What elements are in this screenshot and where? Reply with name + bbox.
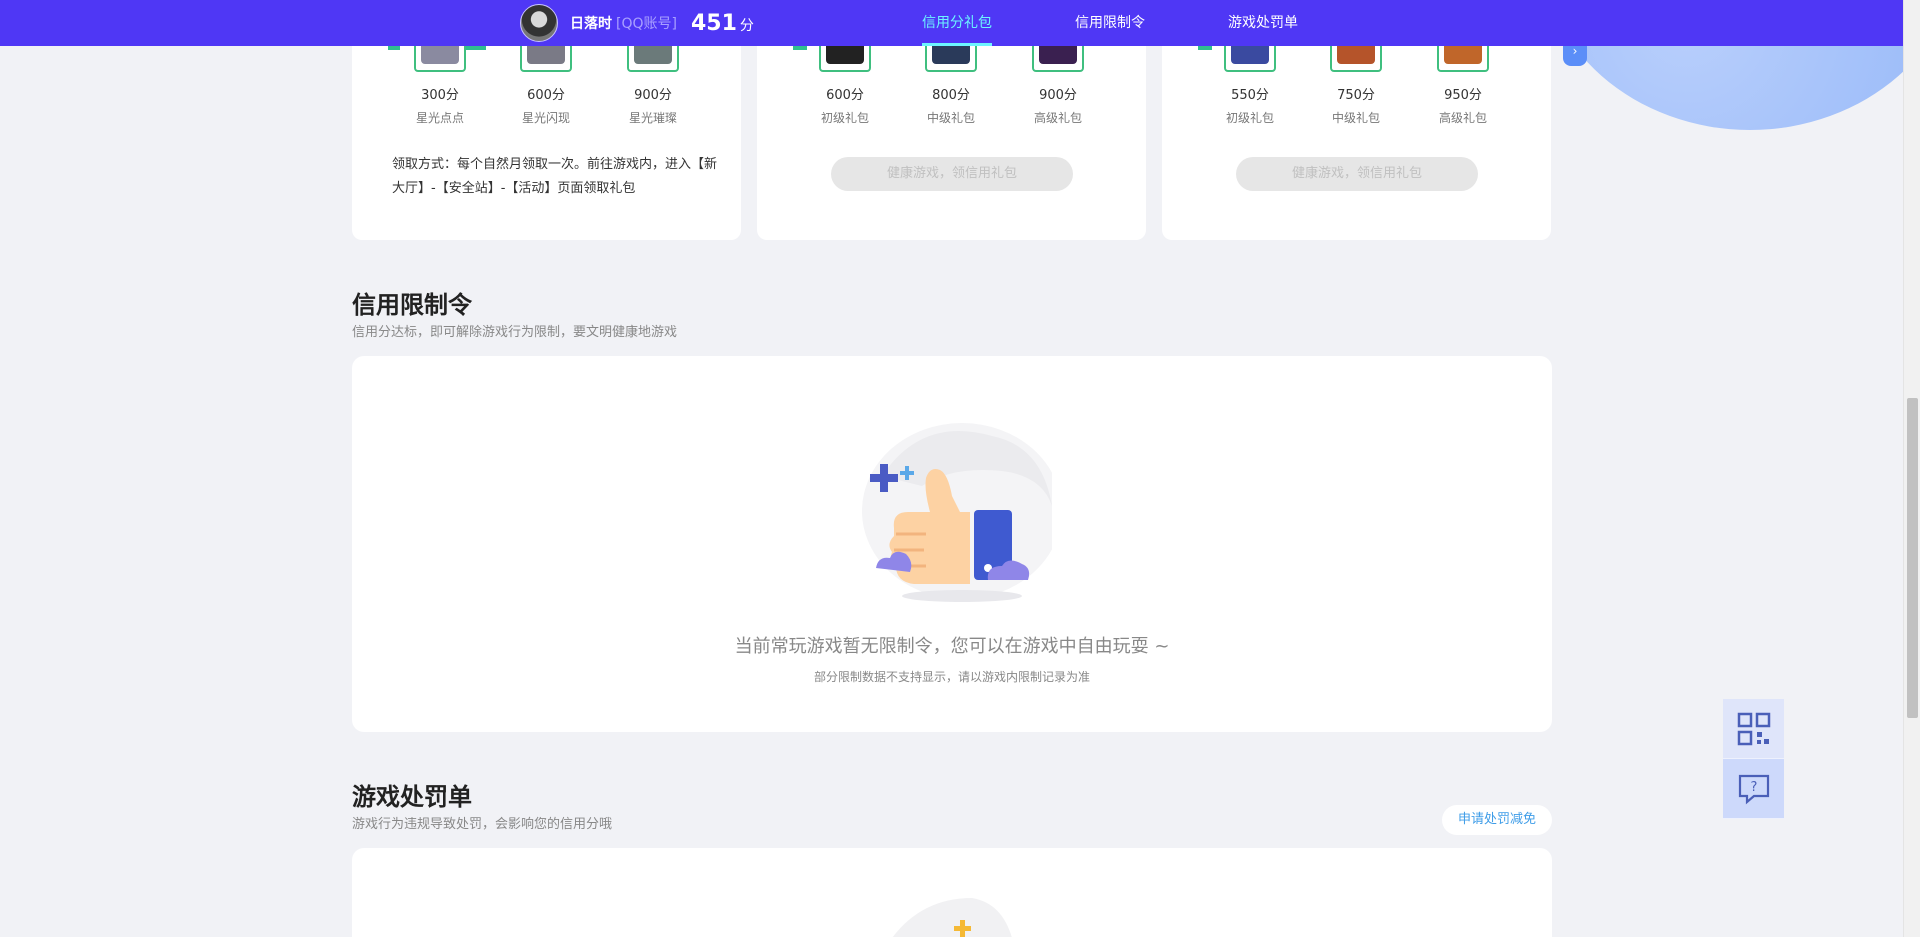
gift-points: 950分 <box>1444 88 1482 103</box>
tab-penalty[interactable]: 游戏处罚单 <box>1228 0 1298 46</box>
penalty-panel <box>352 848 1552 937</box>
claim-gift-button[interactable]: 健康游戏，领信用礼包 <box>1236 157 1478 191</box>
side-tools: ? <box>1723 699 1784 819</box>
gift-name: 初级礼包 <box>820 111 869 125</box>
user-name: 日落时 <box>570 16 612 32</box>
top-nav-bar: 日落时 [QQ账号] 451 分 信用分礼包 信用限制令 游戏处罚单 <box>0 0 1903 46</box>
avatar[interactable] <box>520 4 558 42</box>
section-title-penalty: 游戏处罚单 <box>352 783 472 811</box>
help-button[interactable]: ? <box>1723 759 1784 819</box>
decor-mark <box>388 46 400 50</box>
gift-points: 550分 <box>1231 88 1269 103</box>
qr-code-icon <box>1737 712 1770 745</box>
gift-name: 星光璀璨 <box>628 111 677 125</box>
help-chat-icon: ? <box>1738 774 1769 804</box>
gift-points: 900分 <box>634 88 672 103</box>
scrollbar-thumb[interactable] <box>1907 398 1918 718</box>
gift-name: 初级礼包 <box>1225 111 1274 125</box>
penalty-illustration <box>892 898 1012 937</box>
gift-points: 600分 <box>826 88 864 103</box>
apply-penalty-reduction-button[interactable]: 申请处罚减免 <box>1442 805 1552 835</box>
thumbs-up-illustration <box>862 423 1052 602</box>
restriction-empty-note: 部分限制数据不支持显示，请以游戏内限制记录为准 <box>813 670 1090 684</box>
tab-restriction[interactable]: 信用限制令 <box>1075 0 1145 46</box>
gift-name: 中级礼包 <box>1331 111 1380 125</box>
gift-name: 高级礼包 <box>1438 111 1487 125</box>
gift-points: 900分 <box>1039 88 1077 103</box>
page-scrollbar[interactable] <box>1903 0 1920 937</box>
score-unit: 分 <box>739 18 754 34</box>
gift-name: 高级礼包 <box>1033 111 1082 125</box>
gift-name: 中级礼包 <box>926 111 975 125</box>
gift-points: 300分 <box>421 88 459 103</box>
gift-name: 星光点点 <box>415 111 464 125</box>
svg-text:?: ? <box>1750 780 1757 795</box>
section-subtitle-penalty: 游戏行为违规导致处罚，会影响您的信用分哦 <box>352 817 613 832</box>
gift-points: 600分 <box>527 88 565 103</box>
user-info: 日落时 [QQ账号] 451 分 <box>520 4 754 42</box>
carousel-next-icon[interactable]: › <box>1563 44 1587 66</box>
main-nav: 信用分礼包 信用限制令 游戏处罚单 <box>922 0 1381 46</box>
credit-score: 451 <box>690 10 737 36</box>
restriction-panel: 当前常玩游戏暂无限制令，您可以在游戏中自由玩耍 ~ 部分限制数据不支持显示，请以… <box>352 356 1552 732</box>
gift-points: 800分 <box>932 88 970 103</box>
claim-instructions: 领取方式：每个自然月领取一次。前往游戏内，进入【新大厅】-【安全站】-【活动】页… <box>392 157 718 196</box>
account-type: [QQ账号] <box>616 16 677 32</box>
restriction-empty-message: 当前常玩游戏暂无限制令，您可以在游戏中自由玩耍 ~ <box>734 636 1170 657</box>
qr-code-button[interactable] <box>1723 699 1784 759</box>
gift-name: 星光闪现 <box>521 111 570 125</box>
gift-points: 750分 <box>1337 88 1375 103</box>
section-subtitle-restriction: 信用分达标，即可解除游戏行为限制，要文明健康地游戏 <box>352 325 678 340</box>
section-title-restriction: 信用限制令 <box>352 291 472 319</box>
claim-gift-button[interactable]: 健康游戏，领信用礼包 <box>831 157 1073 191</box>
tab-credit-gift[interactable]: 信用分礼包 <box>922 0 992 46</box>
